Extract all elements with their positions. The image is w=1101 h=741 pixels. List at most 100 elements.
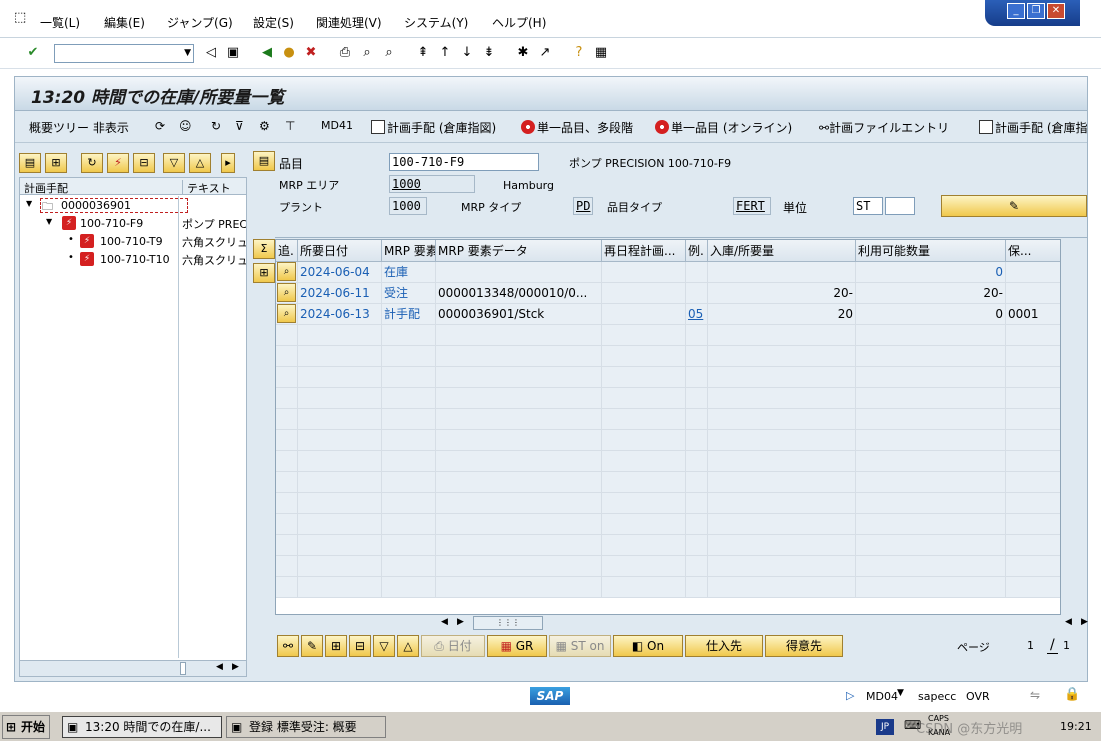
plan-order-storage-button[interactable]: 計画手配 (倉庫指図) <box>371 119 496 136</box>
mrp-area-field[interactable]: 1000 <box>389 175 475 193</box>
row-select-cell[interactable] <box>276 409 298 430</box>
customer-button[interactable]: 得意先 <box>765 635 843 657</box>
find-icon[interactable]: ⌕ <box>358 44 376 62</box>
row-select-cell[interactable] <box>276 325 298 346</box>
detail-magnifier-icon[interactable]: ⌕ <box>277 304 296 323</box>
next-page-icon[interactable]: ↓ <box>458 44 476 62</box>
command-field[interactable]: ▼ <box>54 44 194 63</box>
tree-collapse-icon[interactable]: ▽ <box>163 153 185 173</box>
mrp-element-cell[interactable]: 受注 <box>382 283 436 304</box>
on-button[interactable]: ◧ On <box>613 635 683 657</box>
scroll-left-icon[interactable]: ◀ <box>441 617 448 627</box>
print-icon[interactable]: ⎙ <box>336 44 354 62</box>
gr-button[interactable]: ▦ GR <box>487 635 547 657</box>
req-date-cell[interactable]: 2024-06-13 <box>298 304 382 325</box>
edit-button[interactable]: ✎ <box>941 195 1087 217</box>
row-select-cell[interactable] <box>276 346 298 367</box>
req-date-cell[interactable]: 2024-06-04 <box>298 262 382 283</box>
detail-icon[interactable]: ⊞ <box>253 263 275 283</box>
tree-expand-up-icon[interactable]: △ <box>189 153 211 173</box>
exit-icon[interactable]: ● <box>280 44 298 62</box>
settings-icon[interactable]: ⚙ <box>259 119 270 133</box>
tree-more-icon[interactable]: ▸ <box>221 153 235 173</box>
row-select-cell[interactable] <box>276 514 298 535</box>
col-header-reschedule[interactable]: 再日程計画... <box>602 240 686 262</box>
tree-refresh-icon[interactable]: ↻ <box>81 153 103 173</box>
row-select-cell[interactable] <box>276 535 298 556</box>
taskbar-item-sales-order[interactable]: ▣ 登録 標準受注: 概要 <box>226 716 386 738</box>
tree-structure-icon[interactable]: ⊞ <box>45 153 67 173</box>
hierarchy-icon[interactable]: ⊞ <box>325 635 347 657</box>
save-icon[interactable]: ▣ <box>224 44 242 62</box>
restore-button[interactable]: ❐ <box>1027 3 1045 19</box>
scroll-left-icon[interactable]: ◀ <box>1065 617 1072 627</box>
grid-scrollbar[interactable]: ◀ ▶ ⋮⋮⋮ ◀ ▶ <box>275 615 1088 631</box>
row-select-cell[interactable]: ⌕ <box>276 283 298 304</box>
pencil-icon[interactable]: ✎ <box>301 635 323 657</box>
taskbar-item-md04[interactable]: ▣ 13:20 時間での在庫/... <box>62 716 222 738</box>
collapse-icon[interactable]: ▽ <box>373 635 395 657</box>
menu-related[interactable]: 関連処理(V) <box>316 14 382 31</box>
menu-list[interactable]: 一覧(L) <box>40 14 80 31</box>
col-header-element-data[interactable]: MRP 要素データ <box>436 240 602 262</box>
start-button[interactable]: ⊞ 开始 <box>2 715 50 739</box>
prev-page-icon[interactable]: ↑ <box>436 44 454 62</box>
tree-row[interactable]: • ⚡ 100-710-T10 六角スクリュ <box>20 250 246 268</box>
filter-icon[interactable]: ⊽ <box>235 119 244 133</box>
exception-cell[interactable] <box>686 283 708 304</box>
menu-edit[interactable]: 編集(E) <box>104 14 145 31</box>
filter2-icon[interactable]: ⊤ <box>285 119 295 133</box>
scroll-left-icon[interactable]: ◀ <box>216 662 223 672</box>
menu-help[interactable]: ヘルプ(H) <box>492 14 546 31</box>
row-select-cell[interactable]: ⌕ <box>276 262 298 283</box>
row-select-cell[interactable] <box>276 388 298 409</box>
scroll-right-icon[interactable]: ▶ <box>232 662 239 672</box>
tree-row[interactable]: • ⚡ 100-710-T9 六角スクリュ <box>20 232 246 250</box>
status-play-icon[interactable]: ▷ <box>846 689 854 702</box>
scroll-right-icon[interactable]: ▶ <box>1081 617 1088 627</box>
tree-row[interactable]: ▼ 0000036901 🗀 <box>20 196 246 214</box>
header-toggle-icon[interactable]: ▤ <box>253 151 275 171</box>
tree-expand-icon[interactable]: ▤ <box>19 153 41 173</box>
col-header-available[interactable]: 利用可能数量 <box>856 240 1006 262</box>
menu-jump[interactable]: ジャンプ(G) <box>167 14 233 31</box>
row-select-cell[interactable] <box>276 493 298 514</box>
structure-icon[interactable]: ⊟ <box>349 635 371 657</box>
tree-toggle-button[interactable]: 概要ツリー 非表示 <box>29 119 129 136</box>
menu-settings[interactable]: 設定(S) <box>253 14 294 31</box>
reload-icon[interactable]: ↻ <box>211 119 221 133</box>
menu-system[interactable]: システム(Y) <box>404 14 468 31</box>
minimize-button[interactable]: _ <box>1007 3 1025 19</box>
detail-magnifier-icon[interactable]: ⌕ <box>277 283 296 302</box>
chevron-down-icon[interactable]: ▼ <box>26 199 32 208</box>
mrp-element-cell[interactable]: 計手配 <box>382 304 436 325</box>
tree-exception-icon[interactable]: ⚡ <box>107 153 129 173</box>
scroll-thumb[interactable]: ⋮⋮⋮ <box>473 616 543 630</box>
last-page-icon[interactable]: ⇟ <box>480 44 498 62</box>
enter-icon[interactable]: ✔ <box>24 44 42 62</box>
md41-button[interactable]: MD41 <box>321 119 353 132</box>
menu-system-icon[interactable]: ⬚ <box>14 10 26 25</box>
layout-icon[interactable]: ▦ <box>592 44 610 62</box>
new-session-icon[interactable]: ✱ <box>514 44 532 62</box>
row-select-cell[interactable] <box>276 556 298 577</box>
col-header-storage[interactable]: 保... <box>1006 240 1060 262</box>
tree-hierarchy-icon[interactable]: ⊟ <box>133 153 155 173</box>
plan-order-storage-button-2[interactable]: 計画手配 (倉庫指 <box>979 119 1088 136</box>
sum-icon[interactable]: Σ <box>253 239 275 259</box>
back-icon[interactable]: ◀ <box>258 44 276 62</box>
back-triangle-icon[interactable]: ◁ <box>202 44 220 62</box>
plan-file-entry-button[interactable]: ⚯計画ファイルエントリ <box>819 119 949 136</box>
row-select-cell[interactable]: ⌕ <box>276 304 298 325</box>
row-select-cell[interactable] <box>276 451 298 472</box>
exception-cell[interactable] <box>686 262 708 283</box>
first-page-icon[interactable]: ⇞ <box>414 44 432 62</box>
chevron-down-icon[interactable]: ▼ <box>46 217 52 226</box>
exception-cell[interactable]: 05 <box>686 304 708 325</box>
material-type-field[interactable]: FERT <box>733 197 771 215</box>
col-header-date[interactable]: 所要日付 <box>298 240 382 262</box>
row-select-cell[interactable] <box>276 430 298 451</box>
material-field[interactable]: 100-710-F9 <box>389 153 539 171</box>
scroll-thumb[interactable] <box>180 662 186 675</box>
shortcut-icon[interactable]: ↗ <box>536 44 554 62</box>
